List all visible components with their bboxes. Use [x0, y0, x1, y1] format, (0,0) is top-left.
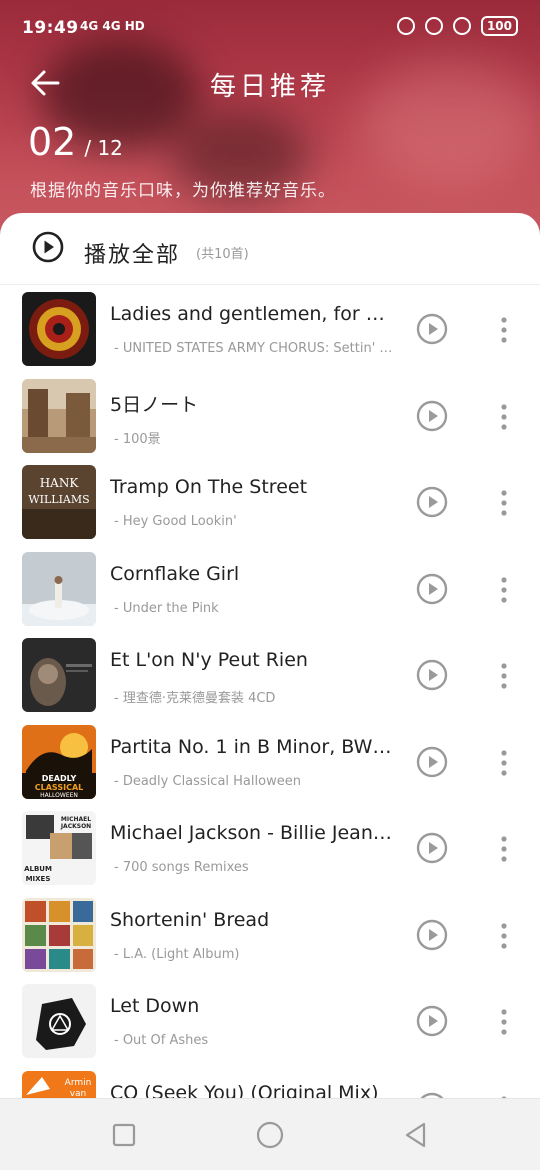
- page-title: 每日推荐: [209, 72, 330, 102]
- play-circle-icon[interactable]: [32, 231, 64, 263]
- play-circle-icon[interactable]: [416, 919, 448, 951]
- song-title: Michael Jackson - Billie Jean ( …: [110, 822, 395, 844]
- home-circle-icon[interactable]: [254, 1119, 286, 1151]
- song-row[interactable]: MICHAEL JACKSON ALBUM MIXES Michael Jack…: [0, 808, 540, 895]
- album-cover: [22, 984, 96, 1058]
- more-options-icon[interactable]: [496, 402, 512, 432]
- song-title: 5日ノート: [110, 393, 199, 416]
- cover-text: MIXES: [26, 875, 51, 883]
- more-options-icon[interactable]: [496, 488, 512, 518]
- vibrate-icon: [396, 17, 415, 35]
- song-row[interactable]: HANK WILLIAMS Tramp On The Street - Hey …: [0, 462, 540, 549]
- song-subtitle: - 700 songs Remixes: [114, 860, 249, 875]
- album-cover: [22, 897, 96, 972]
- back-triangle-icon[interactable]: [400, 1119, 432, 1151]
- album-cover: [22, 378, 96, 453]
- song-panel: 播放全部 (共10首) Ladies and gentlemen, for ov…: [0, 213, 540, 1170]
- date-display: 02 / 12: [28, 120, 123, 164]
- song-row[interactable]: Let Down - Out Of Ashes: [0, 981, 540, 1068]
- play-circle-icon[interactable]: [416, 313, 448, 345]
- page-subtitle: 根据你的音乐口味，为你推荐好音乐。: [30, 181, 336, 201]
- more-options-icon[interactable]: [496, 748, 512, 778]
- play-circle-icon[interactable]: [416, 659, 448, 691]
- album-cover: [22, 551, 96, 626]
- status-bar: 19:49 4G 4G HD 100: [0, 0, 540, 56]
- song-row[interactable]: Cornflake Girl - Under the Pink: [0, 549, 540, 636]
- song-subtitle: - L.A. (Light Album): [114, 946, 240, 962]
- play-circle-icon[interactable]: [416, 400, 448, 432]
- cover-text: Armin: [65, 1078, 92, 1088]
- album-cover: [22, 638, 96, 712]
- album-cover: [22, 292, 96, 366]
- cover-text: WILLIAMS: [28, 493, 89, 506]
- song-row[interactable]: Ladies and gentlemen, for over … - UNITE…: [0, 289, 540, 376]
- song-subtitle: - Under the Pink: [114, 600, 219, 616]
- cover-text: MICHAEL: [61, 816, 91, 823]
- lock-icon: [424, 17, 443, 35]
- more-options-icon[interactable]: [496, 315, 512, 345]
- song-row[interactable]: Shortenin' Bread - L.A. (Light Album): [0, 895, 540, 982]
- song-row[interactable]: DEADLY CLASSICAL HALLOWEEN Partita No. 1…: [0, 722, 540, 809]
- play-circle-icon[interactable]: [416, 573, 448, 605]
- more-options-icon[interactable]: [496, 921, 512, 951]
- play-all-label[interactable]: 播放全部: [84, 237, 180, 269]
- play-circle-icon[interactable]: [416, 1005, 448, 1037]
- album-cover: HANK WILLIAMS: [22, 465, 96, 539]
- battery-icon: 100: [480, 16, 518, 36]
- system-nav-bar: [0, 1098, 540, 1170]
- play-all-count: (共10首): [196, 247, 249, 262]
- network-indicator: 4G 4G HD: [80, 19, 145, 33]
- cover-text: CLASSICAL: [35, 783, 83, 792]
- song-subtitle: - UNITED STATES ARMY CHORUS: Settin' th …: [114, 341, 394, 356]
- play-circle-icon[interactable]: [416, 832, 448, 864]
- cover-text: JACKSON: [60, 823, 91, 830]
- cover-text: van: [70, 1089, 87, 1099]
- song-title: Ladies and gentlemen, for over …: [110, 303, 395, 325]
- status-time: 19:49: [22, 18, 79, 38]
- cover-text: ALBUM: [24, 865, 52, 873]
- play-circle-icon[interactable]: [416, 486, 448, 518]
- song-list: Ladies and gentlemen, for over … - UNITE…: [0, 289, 540, 1154]
- more-options-icon[interactable]: [496, 1007, 512, 1037]
- recents-square-icon[interactable]: [108, 1119, 140, 1151]
- album-cover: DEADLY CLASSICAL HALLOWEEN: [22, 724, 96, 799]
- song-title: Let Down: [110, 995, 200, 1017]
- song-subtitle: - 100景: [114, 431, 161, 447]
- song-title: Shortenin' Bread: [110, 908, 270, 931]
- more-options-icon[interactable]: [496, 575, 512, 605]
- date-month: / 12: [84, 136, 123, 160]
- cover-text: HALLOWEEN: [40, 792, 78, 799]
- song-subtitle: - Out Of Ashes: [114, 1033, 209, 1048]
- song-title: Et L'on N'y Peut Rien: [110, 649, 308, 671]
- song-title: Cornflake Girl: [110, 562, 240, 585]
- cover-text: DEADLY: [42, 774, 77, 783]
- play-circle-icon[interactable]: [416, 746, 448, 778]
- song-subtitle: - Hey Good Lookin': [114, 514, 237, 529]
- song-row[interactable]: 5日ノート - 100景: [0, 376, 540, 463]
- cover-text: HANK: [40, 476, 80, 490]
- song-row[interactable]: Et L'on N'y Peut Rien - 理查德·克莱德曼套装 4CD: [0, 635, 540, 722]
- more-options-icon[interactable]: [496, 661, 512, 691]
- play-all-bar[interactable]: 播放全部 (共10首): [0, 213, 540, 285]
- album-cover: MICHAEL JACKSON ALBUM MIXES: [22, 811, 96, 885]
- date-day: 02: [28, 120, 77, 164]
- alarm-icon: [452, 17, 471, 35]
- song-title: Tramp On The Street: [110, 476, 308, 498]
- more-options-icon[interactable]: [496, 834, 512, 864]
- song-title: Partita No. 1 in B Minor, BWV …: [110, 735, 395, 758]
- song-subtitle: - 理查德·克莱德曼套装 4CD: [114, 691, 276, 706]
- song-subtitle: - Deadly Classical Halloween: [114, 773, 301, 789]
